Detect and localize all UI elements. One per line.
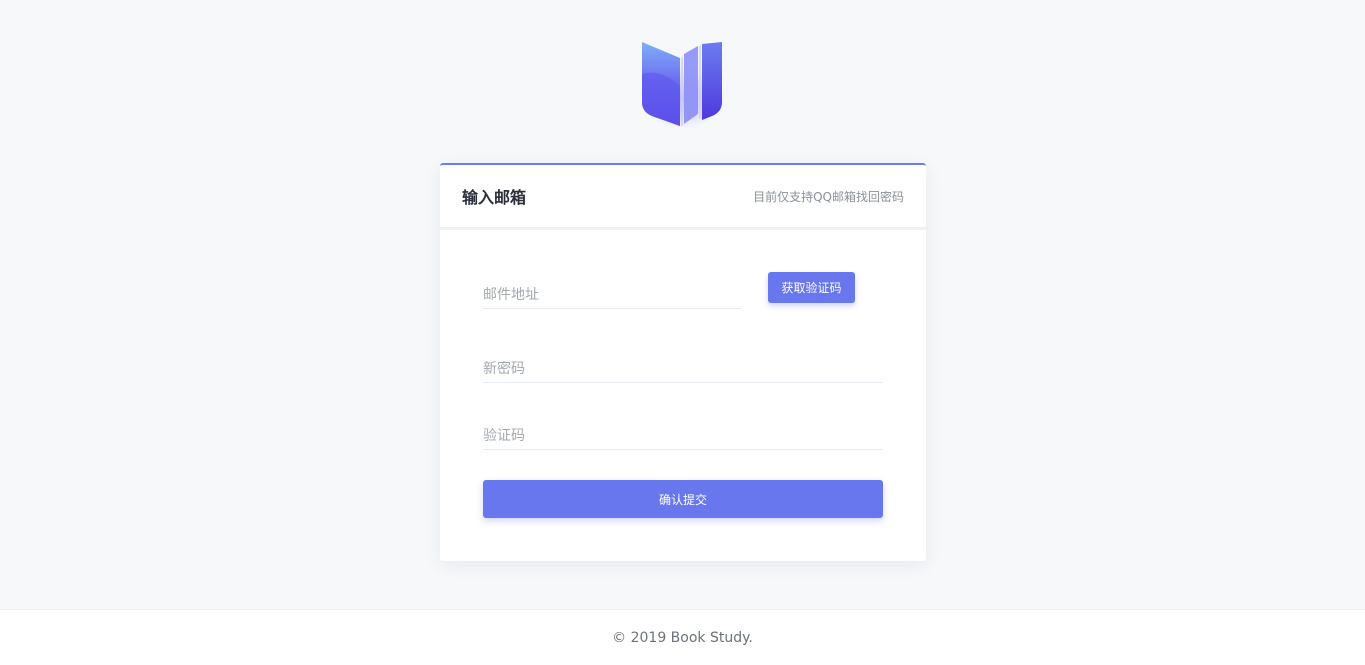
email-field-wrapper	[483, 281, 741, 309]
card-header: 输入邮箱 目前仅支持QQ邮箱找回密码	[440, 165, 926, 230]
email-field[interactable]	[483, 286, 741, 303]
footer: © 2019 Book Study.	[0, 609, 1365, 665]
password-field-wrapper	[483, 355, 883, 383]
card-title: 输入邮箱	[462, 188, 527, 207]
reset-card: 输入邮箱 目前仅支持QQ邮箱找回密码 获取验证码 确认提交	[440, 163, 926, 561]
submit-button[interactable]: 确认提交	[483, 480, 883, 518]
logo	[636, 38, 730, 132]
copyright-text: © 2019 Book Study.	[612, 629, 753, 646]
reset-password-page: 输入邮箱 目前仅支持QQ邮箱找回密码 获取验证码 确认提交 © 2019 Boo…	[0, 0, 1365, 665]
code-field-wrapper	[483, 422, 883, 450]
new-password-field[interactable]	[483, 360, 883, 377]
card-hint: 目前仅支持QQ邮箱找回密码	[753, 189, 904, 204]
get-code-button[interactable]: 获取验证码	[768, 272, 855, 303]
verification-code-field[interactable]	[483, 427, 883, 444]
book-icon	[642, 42, 722, 126]
